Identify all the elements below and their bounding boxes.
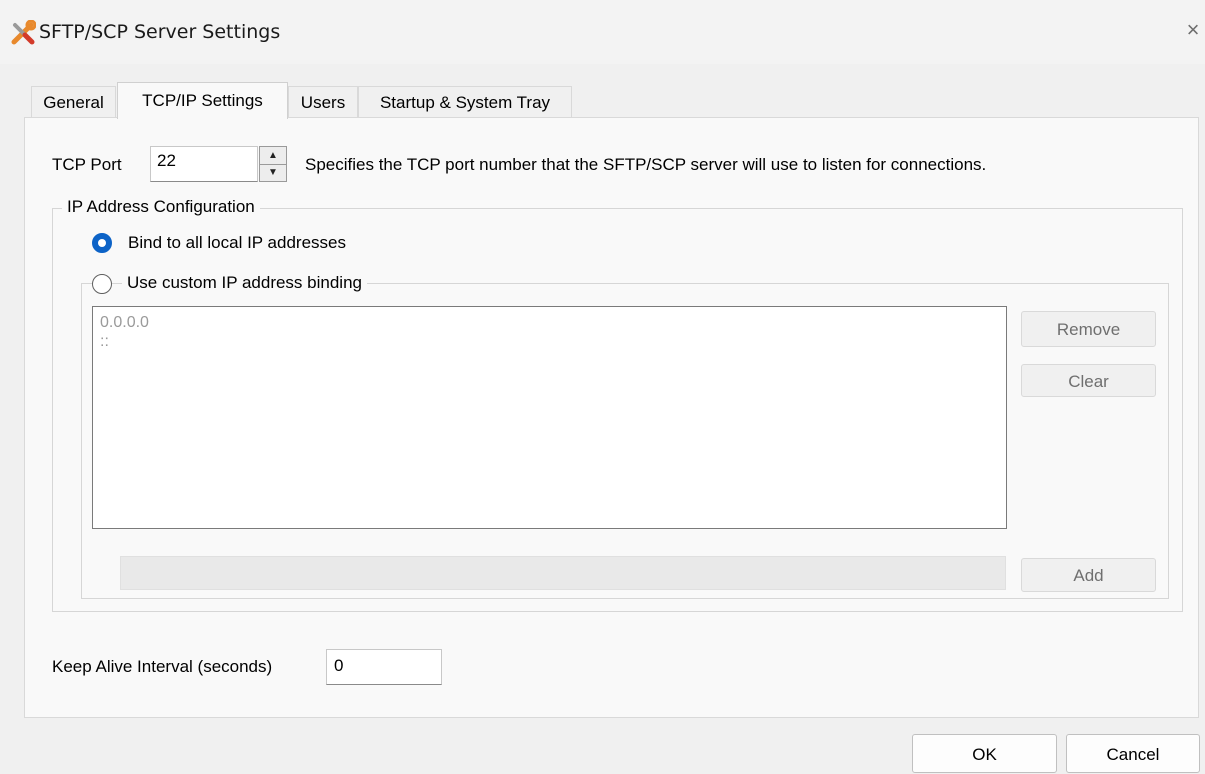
remove-button[interactable]: Remove [1021, 311, 1156, 347]
add-button[interactable]: Add [1021, 558, 1156, 592]
tcp-port-spinner[interactable]: ▲ ▼ [259, 146, 287, 182]
keep-alive-label: Keep Alive Interval (seconds) [52, 657, 273, 676]
list-item[interactable]: 0.0.0.0 [100, 313, 999, 332]
window-title: SFTP/SCP Server Settings [39, 21, 281, 43]
ok-button[interactable]: OK [912, 734, 1057, 773]
close-icon[interactable]: × [1180, 17, 1205, 43]
tcp-port-label: TCP Port [52, 155, 122, 174]
tcp-port-input[interactable]: 22 [150, 146, 258, 182]
keep-alive-input[interactable]: 0 [326, 649, 442, 685]
clear-button[interactable]: Clear [1021, 364, 1156, 397]
tab-users[interactable]: Users [288, 86, 358, 118]
ip-address-configuration-legend: IP Address Configuration [62, 197, 260, 217]
bind-all-radio[interactable] [92, 233, 112, 253]
tab-startup-system-tray[interactable]: Startup & System Tray [358, 86, 572, 118]
cancel-button[interactable]: Cancel [1066, 734, 1200, 773]
tab-tcp-ip-settings[interactable]: TCP/IP Settings [117, 82, 288, 119]
custom-binding-label[interactable]: Use custom IP address binding [122, 273, 367, 293]
tcp-port-description: Specifies the TCP port number that the S… [305, 155, 987, 174]
tab-general[interactable]: General [31, 86, 116, 118]
list-item[interactable]: :: [100, 332, 999, 351]
new-ip-address-input[interactable] [120, 556, 1006, 590]
spin-up-icon[interactable]: ▲ [260, 147, 286, 165]
bind-all-label[interactable]: Bind to all local IP addresses [128, 233, 346, 253]
ip-address-list[interactable]: 0.0.0.0 :: [92, 306, 1007, 529]
tools-icon [11, 20, 36, 45]
title-bar: SFTP/SCP Server Settings × [0, 0, 1205, 64]
custom-binding-radio[interactable] [92, 274, 112, 294]
spin-down-icon[interactable]: ▼ [260, 164, 286, 181]
